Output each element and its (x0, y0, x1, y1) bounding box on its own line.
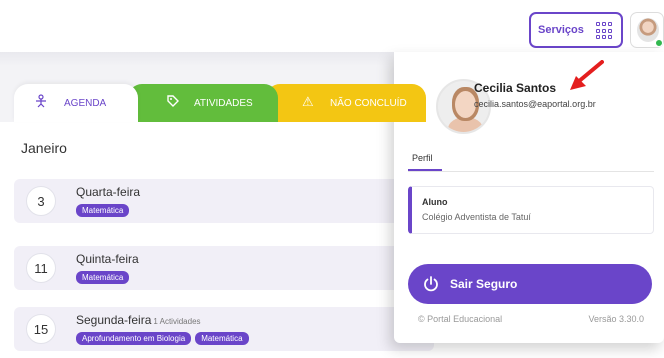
subject-tag[interactable]: Aprofundamento em Biologia (76, 332, 192, 345)
list-item[interactable]: 3 Quarta-feira Matemática (14, 179, 434, 223)
logout-label: Sair Seguro (450, 277, 518, 291)
weekday-label: Segunda-feira 1 Actividades (76, 313, 201, 327)
profile-dropdown-panel: Cecilia Santos cecilia.santos@eaportal.o… (394, 52, 664, 343)
tab-agenda[interactable]: AGENDA (14, 84, 138, 122)
tab-perfil[interactable]: Perfil (412, 153, 433, 163)
online-status-dot (655, 39, 663, 47)
services-label: Serviços (538, 24, 584, 36)
divider (408, 171, 654, 172)
services-button[interactable]: Serviços (529, 12, 623, 48)
weekday-label: Quarta-feira (76, 185, 141, 199)
day-number: 3 (26, 186, 56, 216)
logout-button[interactable]: Sair Seguro (408, 264, 652, 304)
version-text: Versão 3.30.0 (588, 314, 644, 324)
agenda-person-icon (34, 94, 48, 111)
school-name: Colégio Adventista de Tatuí (422, 212, 531, 222)
tab-label: ATIVIDADES (194, 97, 253, 109)
tab-label: AGENDA (64, 97, 107, 109)
user-name: Cecilia Santos (474, 81, 557, 95)
apps-grid-icon (596, 22, 614, 40)
warning-icon: ⚠ (302, 94, 314, 109)
avatar (637, 18, 659, 42)
activities-count: 1 Actividades (153, 317, 201, 326)
user-email: cecilia.santos@eaportal.org.br (474, 99, 596, 109)
list-item[interactable]: 15 Segunda-feira 1 Actividades Aprofundam… (14, 307, 434, 351)
tag-icon (166, 94, 180, 111)
copyright-text: © Portal Educacional (418, 314, 503, 324)
tab-atividades[interactable]: ATIVIDADES (128, 84, 278, 122)
subject-tags: Matemática (76, 204, 130, 217)
subject-tag[interactable]: Matemática (76, 271, 130, 284)
list-item[interactable]: 11 Quinta-feira Matemática (14, 246, 434, 290)
calendar-tabs: ⚠ NÃO CONCLUÍD ATIVIDADES AGENDA (14, 84, 426, 122)
subject-tag[interactable]: Matemática (76, 204, 130, 217)
tab-label: NÃO CONCLUÍD (330, 97, 407, 109)
weekday-label: Quinta-feira (76, 252, 139, 266)
role-title: Aluno (422, 197, 448, 207)
subject-tags: Aprofundamento em Biologia Matemática (76, 332, 249, 345)
power-icon (422, 275, 440, 296)
red-arrow-annotation (570, 60, 604, 90)
user-avatar-button[interactable] (630, 12, 664, 48)
month-title: Janeiro (21, 140, 67, 156)
subject-tags: Matemática (76, 271, 130, 284)
day-number: 15 (26, 314, 56, 344)
day-number: 11 (26, 253, 56, 283)
role-card[interactable]: Aluno Colégio Adventista de Tatuí (408, 186, 654, 234)
tab-nao-concluidas[interactable]: ⚠ NÃO CONCLUÍD (266, 84, 426, 122)
subject-tag[interactable]: Matemática (195, 332, 249, 345)
